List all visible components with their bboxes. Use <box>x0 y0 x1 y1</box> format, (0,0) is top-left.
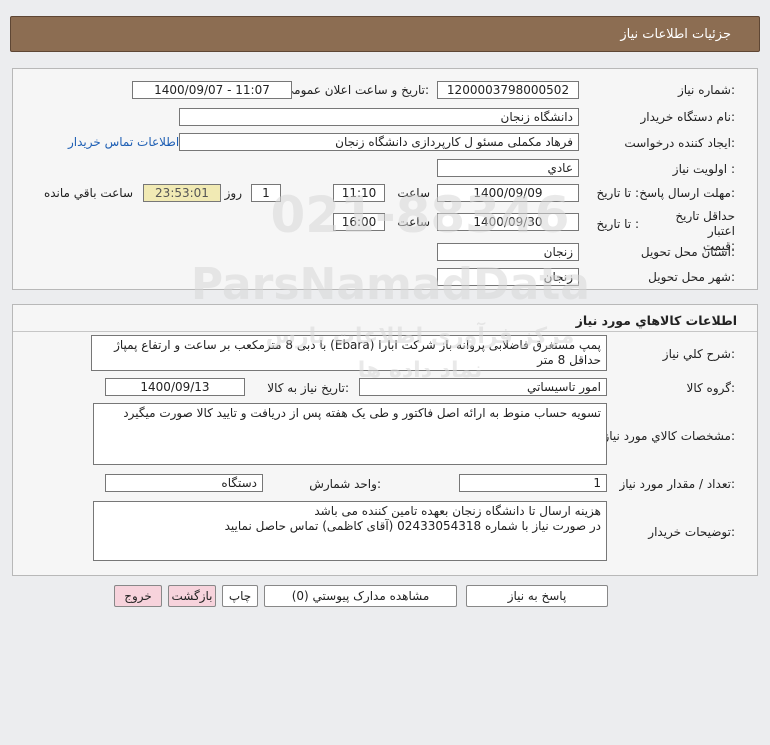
province-field: زنجان <box>437 243 579 261</box>
section-divider <box>13 331 757 332</box>
requester-field: فرهاد مکملی مسئو ل کارپردازی دانشگاه زنج… <box>179 133 579 151</box>
reply-until-date-label: تا تاريخ : <box>596 186 639 200</box>
announce-label: تاريخ و ساعت اعلان عمومی: <box>284 83 429 97</box>
days-remaining-field: 1 <box>251 184 281 202</box>
specs-label: مشخصات کالاي مورد نياز: <box>603 429 735 443</box>
group-field: امور تاسيساتي <box>359 378 607 396</box>
need-number-field: 1200003798000502 <box>437 81 579 99</box>
remaining-label: ساعت باقي مانده <box>43 186 133 200</box>
general-desc-field: پمپ مستغرق فاضلابی پروانه باز شرکت ابارا… <box>91 335 607 371</box>
need-info-panel: شماره نياز: 1200003798000502 تاريخ و ساع… <box>12 68 758 290</box>
buyer-notes-line-1: هزينه ارسال تا دانشگاه زنجان بعهده تامين… <box>314 504 601 518</box>
unit-field: دستگاه <box>105 474 263 492</box>
buyer-notes-line-2: در صورت نياز با شماره 02433054318 (آقای … <box>224 519 601 533</box>
attachments-button[interactable]: مشاهده مدارک پيوستي (0) <box>264 585 457 607</box>
city-label: شهر محل تحويل: <box>648 270 735 284</box>
priority-label: اولويت نياز : <box>672 162 735 176</box>
requester-label: ايجاد کننده درخواست: <box>624 136 735 150</box>
city-field: زنجان <box>437 268 579 286</box>
need-number-label: شماره نياز: <box>677 83 735 97</box>
goods-section-title: اطلاعات کالاهاي مورد نياز <box>575 313 737 328</box>
qty-label: تعداد / مقدار مورد نياز: <box>619 477 735 491</box>
reply-deadline-label: مهلت ارسال پاسخ: <box>639 186 735 200</box>
print-button[interactable]: چاپ <box>222 585 258 607</box>
specs-field: تسويه حساب منوط به ارائه اصل فاکتور و طی… <box>93 403 607 465</box>
remaining-time-field: 23:53:01 <box>143 184 221 202</box>
qty-field: 1 <box>459 474 607 492</box>
announce-field: 1400/09/07 - 11:07 <box>132 81 292 99</box>
reply-date-field: 1400/09/09 <box>437 184 579 202</box>
validity-date-field: 1400/09/30 <box>437 213 579 231</box>
validity-time-field: 16:00 <box>333 213 385 231</box>
page-title: جزئيات اطلاعات نياز <box>620 27 731 42</box>
need-date-field: 1400/09/13 <box>105 378 245 396</box>
back-button[interactable]: بازگشت <box>168 585 216 607</box>
buyer-contact-link[interactable]: اطلاعات تماس خريدار <box>68 135 179 149</box>
need-date-label: تاريخ نياز به کالا: <box>267 381 349 395</box>
validity-time-label: ساعت <box>397 215 430 229</box>
reply-time-label: ساعت <box>397 186 430 200</box>
buyer-notes-field: هزينه ارسال تا دانشگاه زنجان بعهده تامين… <box>93 501 607 561</box>
province-label: استان محل تحويل: <box>640 245 735 259</box>
reply-button[interactable]: پاسخ به نياز <box>466 585 608 607</box>
buyer-notes-label: توضيحات خريدار: <box>648 525 735 539</box>
unit-label: واحد شمارش: <box>309 477 381 491</box>
reply-time-field: 11:10 <box>333 184 385 202</box>
buyer-org-label: نام دستگاه خريدار: <box>640 110 736 124</box>
group-label: گروه کالا: <box>686 381 736 395</box>
page-header: جزئيات اطلاعات نياز <box>10 16 760 52</box>
buyer-org-field: دانشگاه زنجان <box>179 108 579 126</box>
goods-panel: اطلاعات کالاهاي مورد نياز شرح کلي نياز: … <box>12 304 758 576</box>
general-desc-label: شرح کلي نياز: <box>662 347 735 361</box>
validity-until-label: تا تاريخ : <box>596 217 639 231</box>
priority-field: عادي <box>437 159 579 177</box>
exit-button[interactable]: خروج <box>114 585 162 607</box>
